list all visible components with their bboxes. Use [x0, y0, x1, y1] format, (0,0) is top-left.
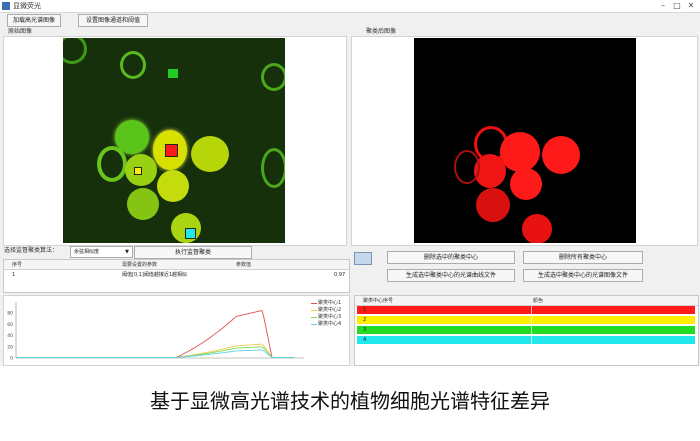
cell: [120, 51, 146, 79]
cell: [454, 150, 480, 184]
cluster-center-table: 聚类中心序号 颜色 1 2 3 4: [354, 295, 699, 366]
legend-label-1: 聚类中心1: [318, 300, 342, 306]
center-index: 2: [363, 317, 367, 323]
y-tick-label: 80: [7, 311, 13, 317]
parameter-table: 序号 需要设置的参数 参数值 1 阈值[0,1]阈值越接近1越相似 0.97: [3, 259, 350, 293]
algorithm-label: 选择监督聚类算法：: [4, 247, 59, 254]
maximize-icon[interactable]: □: [670, 0, 684, 12]
figure-caption: 基于显微高光谱技术的植物细胞光谱特征差异: [150, 389, 550, 413]
cell: [261, 63, 285, 91]
spectral-chart: 80 60 40 20 0: [7, 302, 304, 362]
generate-selected-curve-button[interactable]: 生成选中聚类中心的光谱曲线文件: [387, 269, 515, 282]
table-header: [355, 296, 698, 306]
chevron-down-icon: ▼: [125, 249, 129, 255]
window-title: 显微荧光: [13, 2, 41, 10]
table-row[interactable]: 2: [357, 316, 695, 324]
generate-all-image-button[interactable]: 生成选中聚类中心的光谱图像文件: [523, 269, 643, 282]
legend-line-1: [311, 303, 317, 304]
series-line-3: [16, 346, 294, 358]
roi-marker[interactable]: [185, 228, 196, 239]
table-header: [4, 260, 349, 270]
result-image: [414, 38, 636, 243]
color-swatch[interactable]: [354, 252, 372, 265]
cell: [127, 188, 159, 220]
roi-marker[interactable]: [134, 167, 142, 175]
row-value[interactable]: 0.97: [334, 271, 345, 279]
roi-marker[interactable]: [165, 144, 178, 157]
center-index: 3: [363, 327, 367, 333]
cell-divider: [531, 336, 532, 344]
cell: [63, 38, 87, 64]
table-row[interactable]: 1: [357, 306, 695, 314]
algorithm-select-value: 余弦相似度: [74, 249, 100, 255]
original-image: [63, 38, 285, 243]
minimize-icon[interactable]: –: [656, 0, 670, 12]
legend-label-4: 聚类中心4: [318, 321, 342, 327]
legend-line-4: [311, 324, 317, 325]
result-image-label: 聚类后图像: [366, 28, 397, 35]
center-index: 1: [363, 307, 367, 313]
cell: [157, 170, 189, 202]
header-index: 序号: [12, 262, 23, 268]
close-icon[interactable]: ✕: [684, 0, 698, 12]
cell: [97, 146, 127, 182]
y-tick-label: 0: [10, 356, 13, 362]
load-hyperspectral-button[interactable]: 加载高光谱图像: [7, 14, 61, 27]
row-index: 1: [12, 272, 16, 278]
center-index: 4: [363, 337, 367, 343]
cell: [191, 136, 229, 172]
run-clustering-button[interactable]: 执行监督聚类: [134, 246, 252, 259]
application-window: 显微荧光 – □ ✕ 加载高光谱图像 设置图像通道和阈值 原始图像 聚类后图像: [0, 0, 700, 366]
y-tick-label: 40: [7, 333, 13, 339]
cell: [522, 214, 552, 243]
y-tick-label: 20: [7, 344, 13, 350]
set-threshold-button[interactable]: 设置图像通道和阈值: [78, 14, 148, 27]
y-tick-label: 60: [7, 322, 13, 328]
roi-marker[interactable]: [168, 69, 178, 78]
cell-divider: [531, 316, 532, 324]
legend-line-2: [311, 310, 317, 311]
header-value: 参数值: [236, 262, 252, 268]
algorithm-select[interactable]: 余弦相似度 ▼: [70, 246, 133, 258]
delete-all-button[interactable]: 删除所有聚类中心: [523, 251, 643, 264]
app-logo-icon: [2, 2, 10, 10]
legend-label-2: 聚类中心2: [318, 307, 342, 313]
cell: [476, 188, 510, 222]
header-center-index: 聚类中心序号: [363, 298, 394, 304]
row-param: 阈值[0,1]阈值越接近1越相似: [122, 272, 188, 278]
cell: [261, 148, 285, 188]
title-bar: 显微荧光 – □ ✕: [0, 0, 700, 13]
cell: [510, 168, 542, 200]
header-color: 颜色: [533, 298, 544, 304]
original-image-label: 原始图像: [8, 28, 33, 35]
table-row[interactable]: 4: [357, 336, 695, 344]
legend-label-3: 聚类中心3: [318, 314, 342, 320]
cell-divider: [531, 326, 532, 334]
legend-line-3: [311, 317, 317, 318]
series-line-4: [16, 349, 294, 358]
cell-divider: [531, 306, 532, 314]
header-param: 需要设置的参数: [122, 262, 158, 268]
cell: [542, 136, 580, 174]
cell: [500, 132, 540, 172]
table-row[interactable]: 3: [357, 326, 695, 334]
delete-selected-button[interactable]: 删除选中的聚类中心: [387, 251, 515, 264]
spectral-chart-panel: 80 60 40 20 0 聚类中心1 聚类中心2 聚类中心3 聚类中心4: [3, 295, 350, 366]
